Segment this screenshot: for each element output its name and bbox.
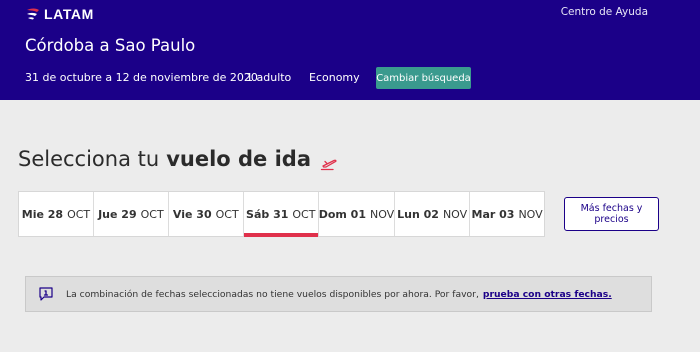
- date-day: Mie 28: [21, 207, 64, 221]
- page-title: Selecciona tu vuelo de ida: [18, 147, 338, 171]
- alert-message: La combinación de fechas seleccionadas n…: [66, 288, 479, 300]
- info-chat-icon: [38, 286, 54, 302]
- date-day: Sáb 31: [246, 207, 289, 221]
- date-option-5[interactable]: Lun 02 NOV: [395, 192, 471, 236]
- date-month: NOV: [518, 207, 543, 221]
- plane-takeoff-icon: [320, 152, 338, 171]
- route-title: Córdoba a Sao Paulo: [25, 36, 196, 55]
- latam-logo[interactable]: LATAM: [26, 6, 94, 22]
- date-option-0[interactable]: Mie 28 OCT: [19, 192, 94, 236]
- date-month: NOV: [442, 207, 468, 221]
- passenger-count: 1 adulto: [246, 71, 292, 84]
- date-month: OCT: [292, 207, 316, 221]
- more-dates-button[interactable]: Más fechas y precios: [564, 197, 659, 231]
- date-option-2[interactable]: Vie 30 OCT: [169, 192, 244, 236]
- date-day: Mar 03: [471, 207, 515, 221]
- date-month: NOV: [369, 207, 395, 221]
- no-flights-alert: La combinación de fechas seleccionadas n…: [25, 276, 652, 312]
- top-navigation-bar: LATAM Centro de Ayuda: [0, 0, 700, 27]
- title-prefix: Selecciona tu: [18, 147, 160, 171]
- date-month: OCT: [140, 207, 164, 221]
- try-other-dates-link[interactable]: prueba con otras fechas.: [483, 289, 612, 300]
- date-option-4[interactable]: Dom 01 NOV: [319, 192, 396, 236]
- brand-name: LATAM: [44, 6, 94, 22]
- date-day: Jue 29: [98, 207, 137, 221]
- date-option-1[interactable]: Jue 29 OCT: [94, 192, 169, 236]
- date-option-6[interactable]: Mar 03 NOV: [470, 192, 544, 236]
- date-day: Lun 02: [397, 207, 439, 221]
- latam-logo-icon: [26, 7, 40, 21]
- change-search-button[interactable]: Cambiar búsqueda: [376, 67, 471, 89]
- cabin-class: Economy: [309, 71, 360, 84]
- date-month: OCT: [215, 207, 239, 221]
- travel-dates: 31 de octubre a 12 de noviembre de 2020: [25, 71, 258, 84]
- title-bold: vuelo de ida: [166, 147, 311, 171]
- date-selector: Mie 28 OCT Jue 29 OCT Vie 30 OCT Sáb 31 …: [18, 191, 545, 237]
- date-day: Dom 01: [318, 207, 366, 221]
- date-option-3-selected[interactable]: Sáb 31 OCT: [243, 192, 319, 237]
- search-summary-banner: Córdoba a Sao Paulo 31 de octubre a 12 d…: [0, 27, 700, 100]
- date-month: OCT: [67, 207, 91, 221]
- date-day: Vie 30: [172, 207, 212, 221]
- help-center-link[interactable]: Centro de Ayuda: [561, 6, 648, 18]
